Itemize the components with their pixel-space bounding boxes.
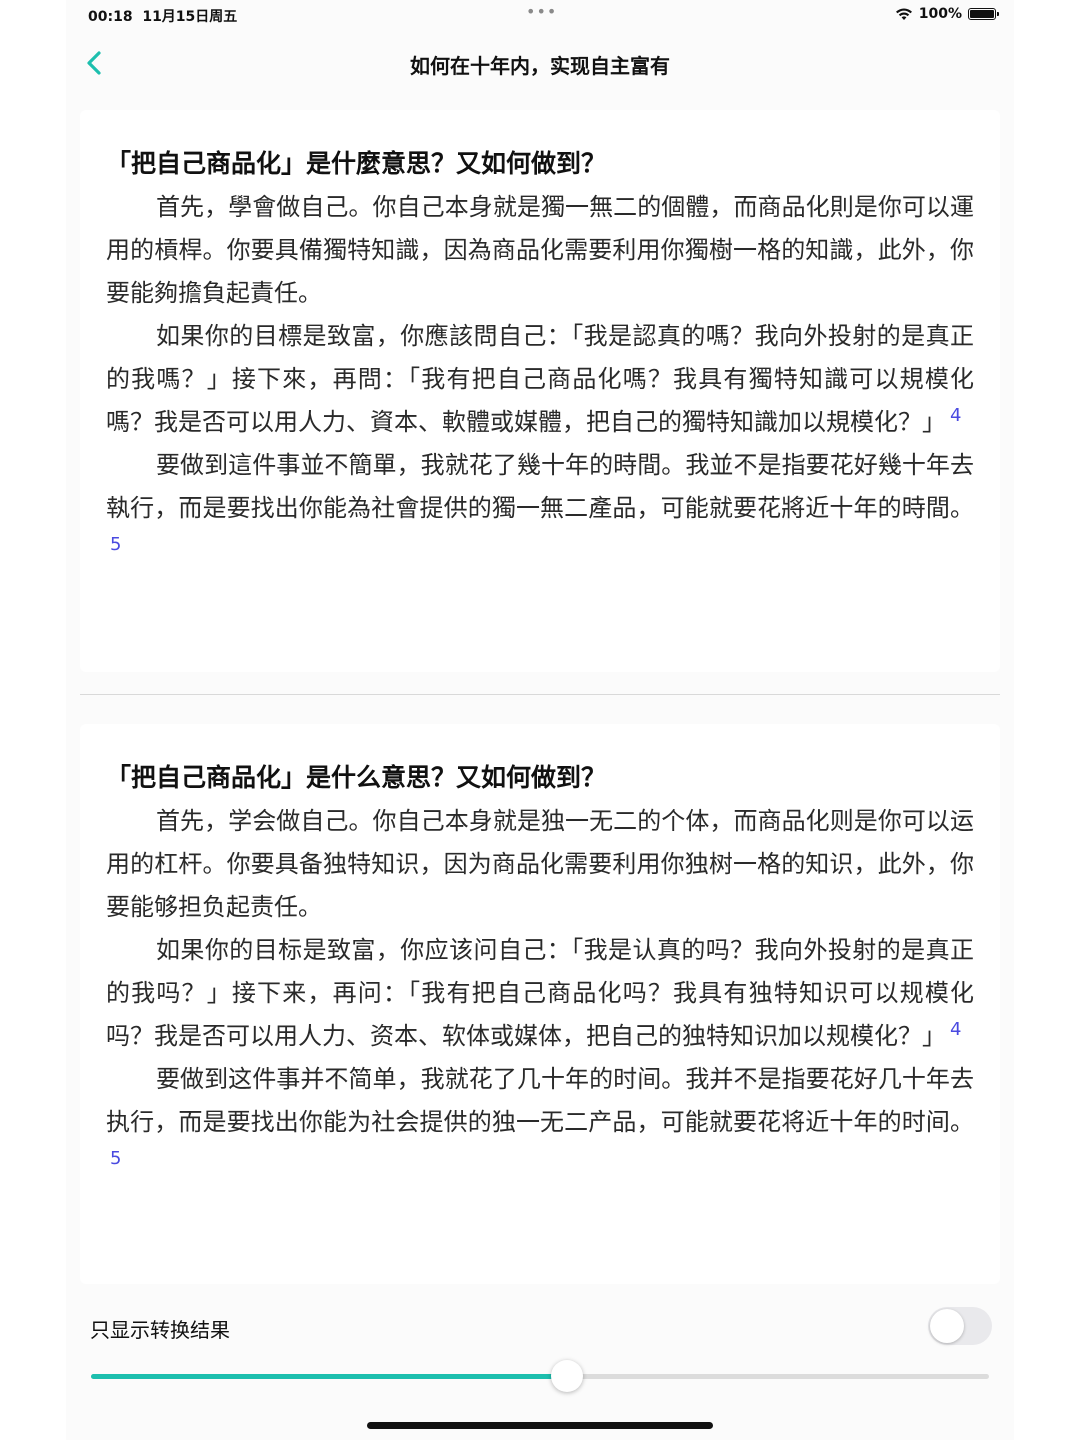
original-heading: 「把自己商品化」是什麼意思？又如何做到？ (106, 149, 607, 178)
status-date: 11月15日周五 (142, 9, 238, 25)
original-paragraph-1: 首先，學會做自己。你自己本身就是獨一無二的個體，而商品化則是你可以運用的槓桿。你… (106, 186, 974, 315)
show-converted-only-row: 只显示转换结果 (80, 1302, 1000, 1350)
nav-bar: 如何在十年内，实现自主富有 (66, 38, 1014, 88)
page-title: 如何在十年内，实现自主富有 (410, 54, 670, 78)
converted-paragraph-3-text: 要做到这件事并不简单，我就花了几十年的时间。我并不是指要花好几十年去执行，而是要… (106, 1065, 974, 1136)
converted-paragraph-3: 要做到这件事并不简单，我就花了几十年的时间。我并不是指要花好几十年去执行，而是要… (106, 1058, 974, 1187)
show-converted-only-toggle[interactable] (928, 1307, 992, 1345)
font-size-slider[interactable] (91, 1360, 989, 1392)
original-text-card: 「把自己商品化」是什麼意思？又如何做到？ 首先，學會做自己。你自己本身就是獨一無… (80, 110, 1000, 672)
original-paragraph-3: 要做到這件事並不簡單，我就花了幾十年的時間。我並不是指要花好幾十年去執行，而是要… (106, 444, 974, 573)
footnote-link[interactable]: 5 (110, 534, 121, 555)
footnote-link[interactable]: 4 (950, 1019, 961, 1040)
original-paragraph-2: 如果你的目標是致富，你應該問自己：「我是認真的嗎？我向外投射的是真正的我嗎？」接… (106, 315, 974, 444)
status-bar: 00:18 11月15日周五 ••• 100% (66, 0, 1014, 30)
converted-text-card: 「把自己商品化」是什么意思？又如何做到？ 首先，学会做自己。你自己本身就是独一无… (80, 724, 1000, 1284)
home-indicator[interactable] (367, 1422, 713, 1429)
show-converted-only-label: 只显示转换结果 (90, 1318, 230, 1342)
original-paragraph-3-text: 要做到這件事並不簡單，我就花了幾十年的時間。我並不是指要花好幾十年去執行，而是要… (106, 451, 974, 522)
converted-paragraph-2: 如果你的目标是致富，你应该问自己：「我是认真的吗？我向外投射的是真正的我吗？」接… (106, 929, 974, 1058)
wifi-icon (895, 7, 913, 21)
status-indicators: 100% (895, 6, 999, 22)
footnote-link[interactable]: 4 (950, 405, 961, 426)
toggle-knob (930, 1309, 964, 1343)
converted-paragraph-1: 首先，学会做自己。你自己本身就是独一无二的个体，而商品化则是你可以运用的杠杆。你… (106, 800, 974, 929)
footnote-link[interactable]: 5 (110, 1148, 121, 1169)
converted-paragraph-1-text: 首先，学会做自己。你自己本身就是独一无二的个体，而商品化则是你可以运用的杠杆。你… (106, 807, 974, 921)
original-paragraph-1-text: 首先，學會做自己。你自己本身就是獨一無二的個體，而商品化則是你可以運用的槓桿。你… (106, 193, 974, 307)
card-divider (80, 694, 1000, 695)
app-window: 00:18 11月15日周五 ••• 100% 如何在十年内，实现自主富有 「把… (0, 0, 1080, 1440)
converted-paragraph-2-text: 如果你的目标是致富，你应该问自己：「我是认真的吗？我向外投射的是真正的我吗？」接… (106, 936, 974, 1050)
slider-thumb[interactable] (550, 1360, 583, 1392)
battery-icon (968, 8, 999, 20)
multitask-dots[interactable]: ••• (526, 2, 557, 21)
battery-percent: 100% (918, 6, 962, 22)
converted-heading: 「把自己商品化」是什么意思？又如何做到？ (106, 763, 607, 792)
battery-fill (970, 10, 994, 18)
slider-fill (91, 1374, 567, 1379)
original-paragraph-2-text: 如果你的目標是致富，你應該問自己：「我是認真的嗎？我向外投射的是真正的我嗎？」接… (106, 322, 974, 436)
status-clock: 00:18 (88, 9, 133, 25)
status-time: 00:18 11月15日周五 (88, 6, 237, 26)
